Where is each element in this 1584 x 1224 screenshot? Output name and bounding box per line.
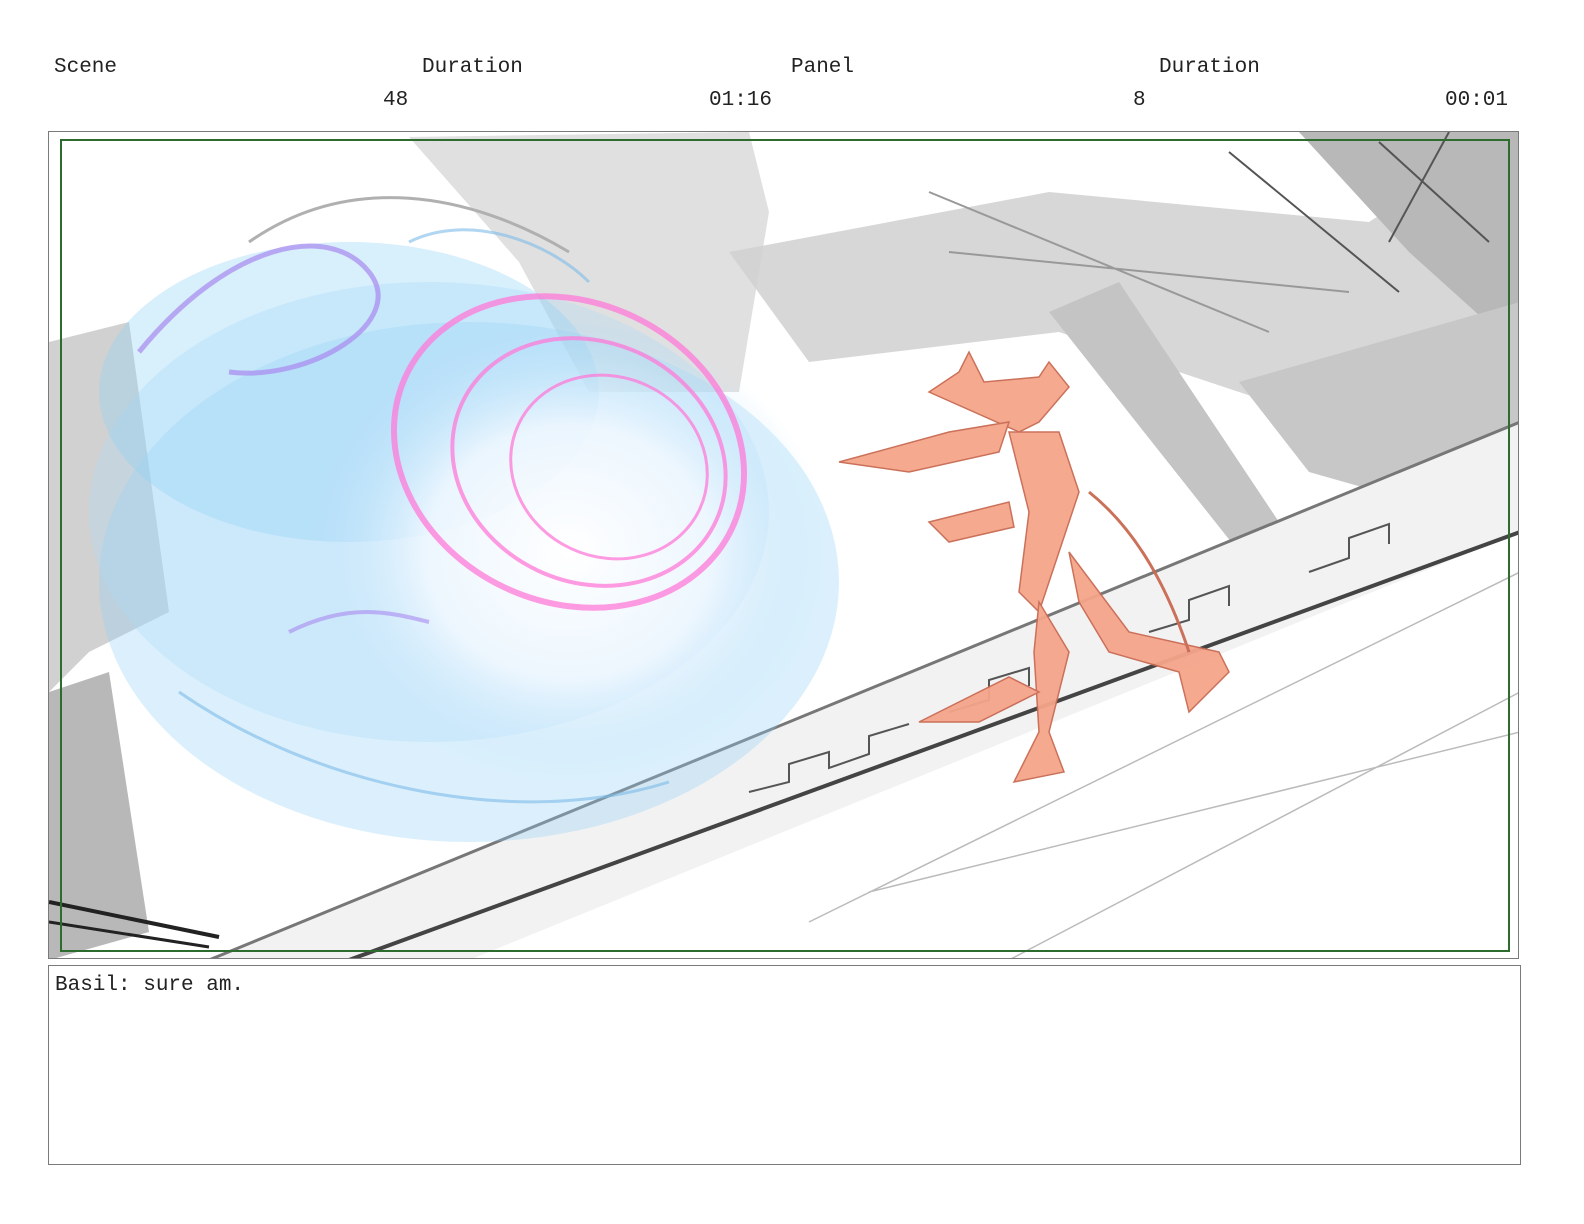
panel-sketch [49,132,1518,958]
dialogue-box[interactable]: Basil: sure am. [48,965,1521,1165]
panel-frame [48,131,1519,959]
scene-label: Scene [54,56,118,79]
dialogue-text: Basil: sure am. [55,974,245,997]
panel-label: Panel [791,56,855,79]
scene-duration-value: 01:16 [709,89,773,112]
scene-duration-label: Duration [422,56,523,79]
panel-duration-value: 00:01 [1445,89,1509,112]
panel-number: 8 [1133,89,1146,112]
panel-duration-label: Duration [1159,56,1260,79]
scene-number: 48 [383,89,409,112]
